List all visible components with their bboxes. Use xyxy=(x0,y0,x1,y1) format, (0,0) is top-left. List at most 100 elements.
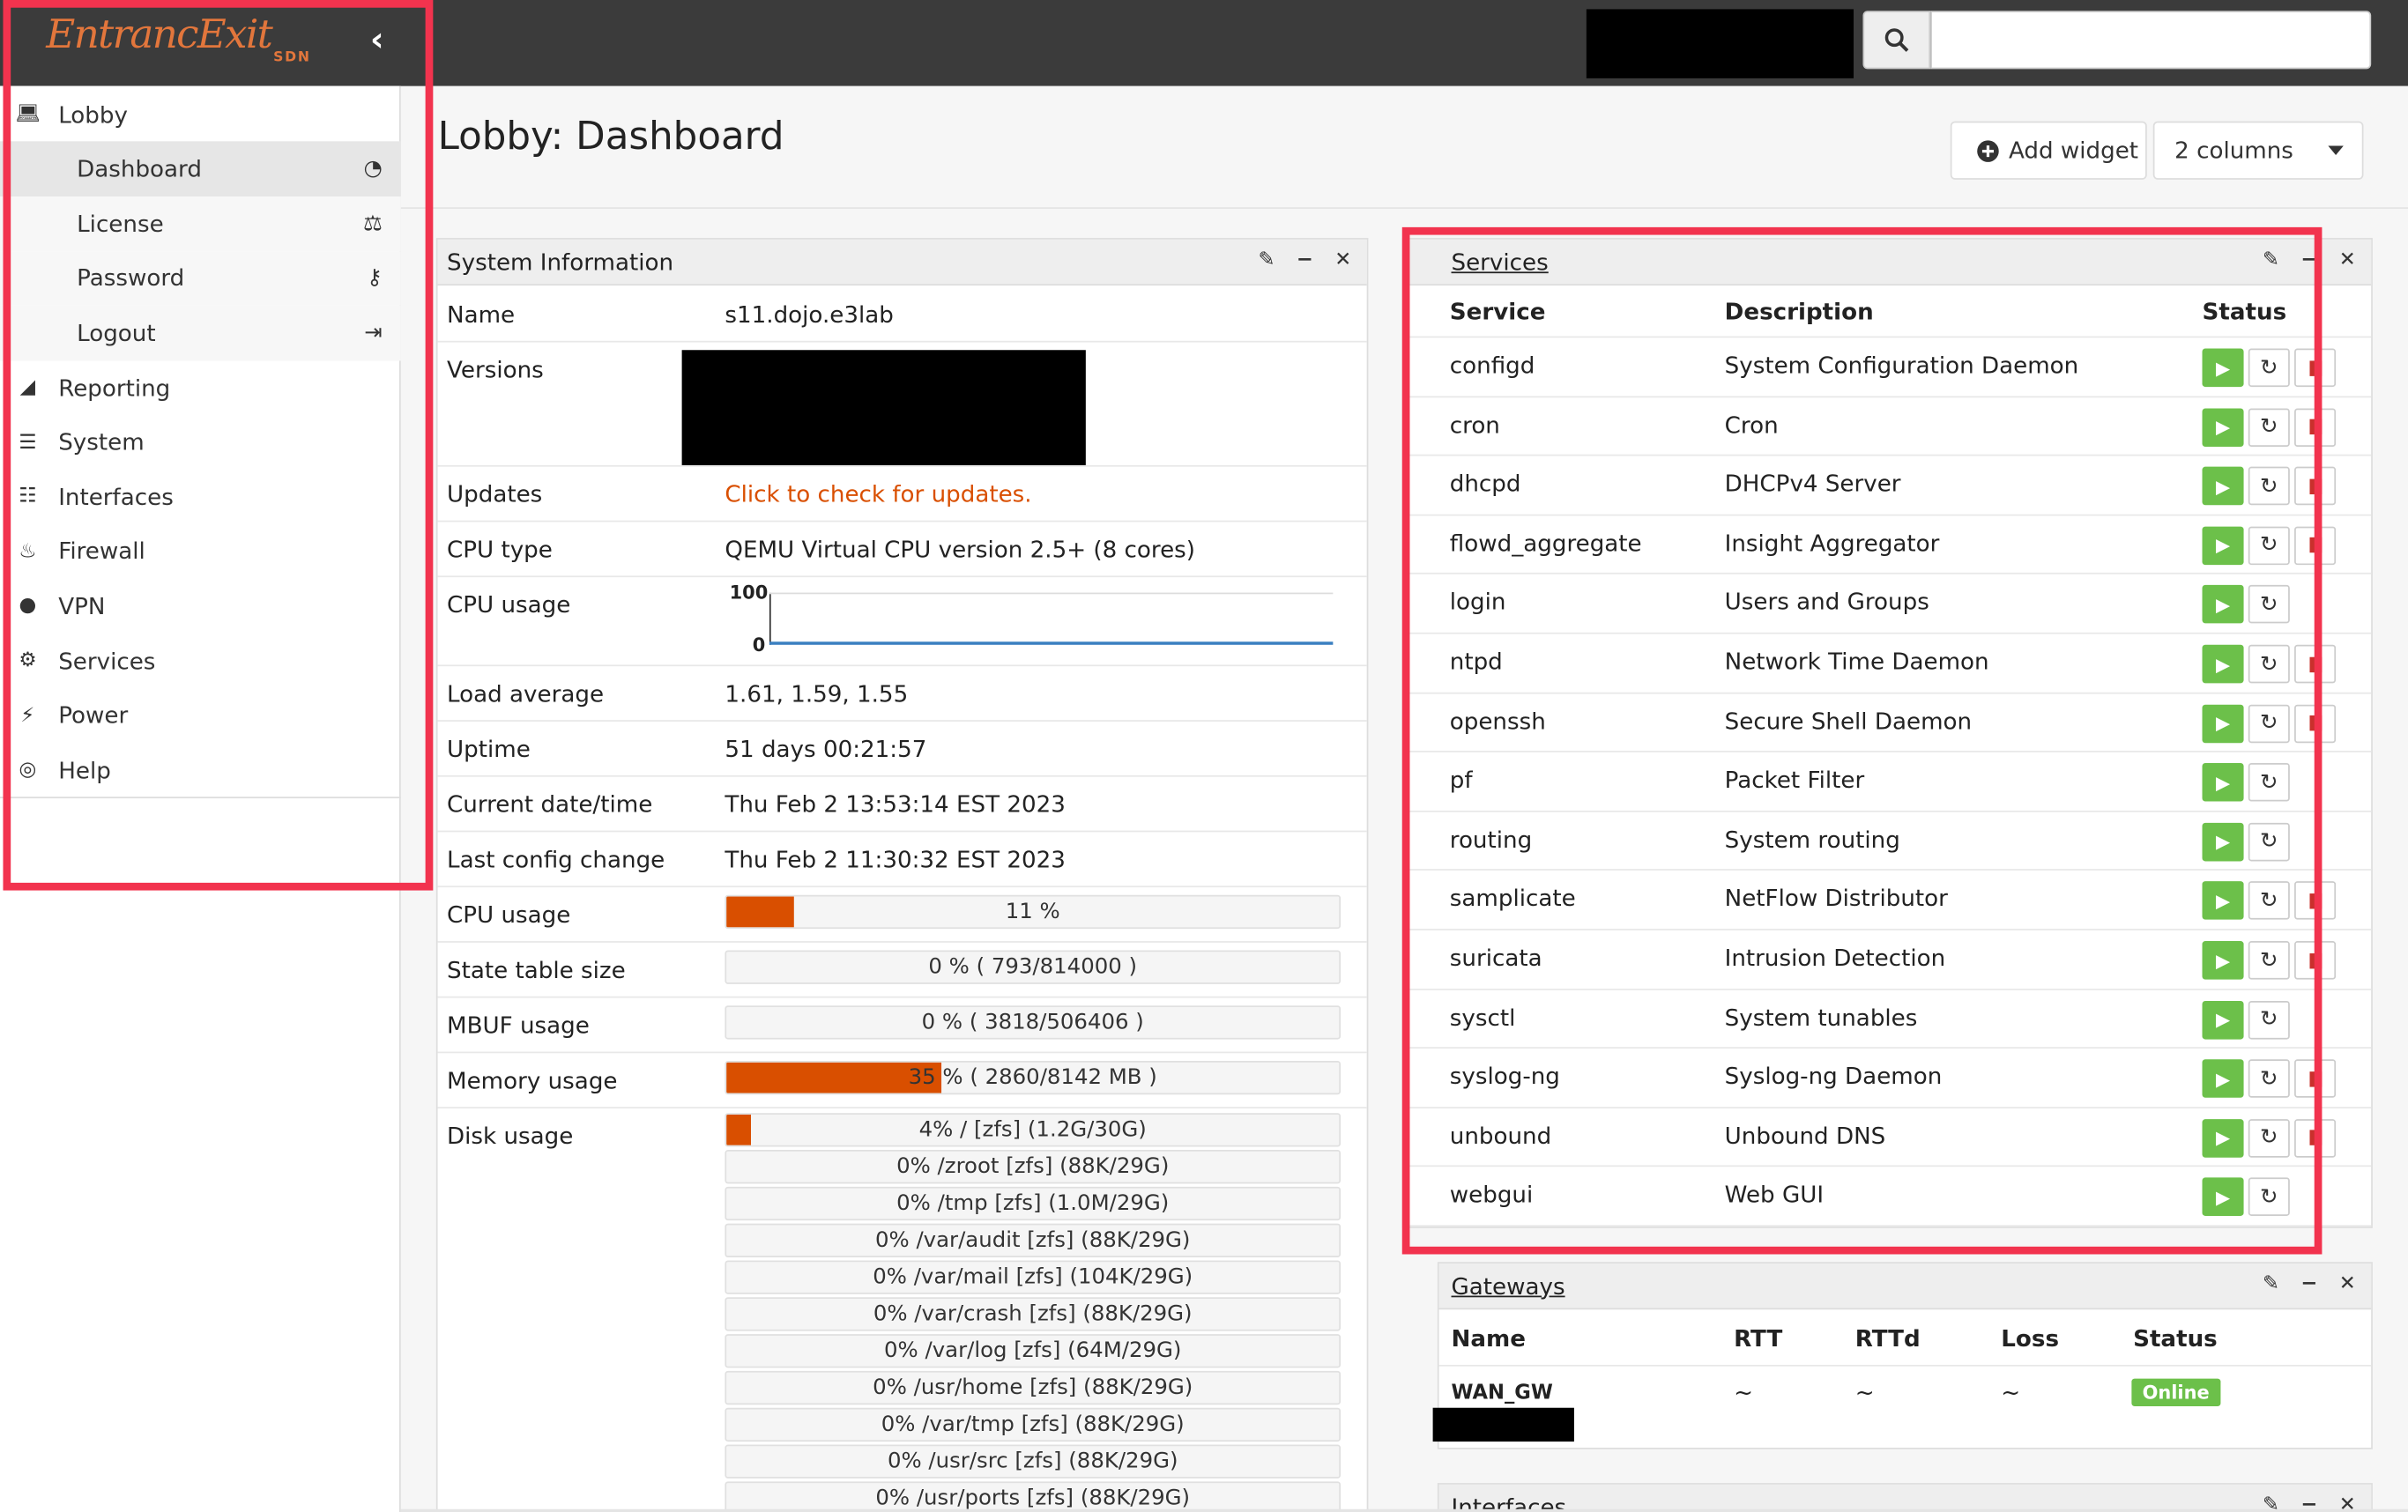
disk-usage-bar: 0% /var/crash [zfs] (88K/29G) xyxy=(725,1297,1341,1331)
columns-select-value: 2 columns xyxy=(2174,137,2293,165)
play-button[interactable]: ▶ xyxy=(2202,348,2244,388)
play-button[interactable]: ▶ xyxy=(2202,644,2244,684)
close-icon[interactable]: ✕ xyxy=(2339,1272,2356,1295)
sidebar-item-label: Lobby xyxy=(58,100,128,129)
widget-header: System Information ✎ − ✕ xyxy=(437,239,1367,286)
restart-button[interactable]: ↻ xyxy=(2248,1118,2290,1158)
pencil-icon[interactable]: ✎ xyxy=(1258,248,1275,271)
stop-button[interactable] xyxy=(2294,1059,2337,1099)
restart-button[interactable]: ↻ xyxy=(2248,644,2290,684)
fire-icon: ♨ xyxy=(19,540,37,564)
restart-button[interactable]: ↻ xyxy=(2248,467,2290,506)
gateways-header-row: Name RTT RTTd Loss Status xyxy=(1438,1311,2372,1367)
restart-button[interactable]: ↻ xyxy=(2248,704,2290,743)
sidebar-item-help[interactable]: ◎ Help xyxy=(0,743,401,797)
disk-usage-bar: 0% /var/audit [zfs] (88K/29G) xyxy=(725,1223,1341,1257)
stop-button[interactable] xyxy=(2294,526,2337,565)
service-row: webgui Web GUI ▶ ↻ xyxy=(1403,1167,2372,1227)
restart-button[interactable]: ↻ xyxy=(2248,763,2290,802)
restart-button[interactable]: ↻ xyxy=(2248,407,2290,447)
check-updates-link[interactable]: Click to check for updates. xyxy=(725,480,1031,508)
state-table-bar: 0 % ( 793/814000 ) xyxy=(725,950,1341,984)
stop-icon xyxy=(2308,893,2322,909)
restart-button[interactable]: ↻ xyxy=(2248,881,2290,921)
play-button[interactable]: ▶ xyxy=(2202,941,2244,980)
stop-icon xyxy=(2308,656,2322,672)
play-button[interactable]: ▶ xyxy=(2202,881,2244,921)
play-button[interactable]: ▶ xyxy=(2202,704,2244,743)
service-description: System Configuration Daemon xyxy=(1724,351,2079,380)
widget-title-link[interactable]: Services xyxy=(1452,248,1549,275)
widget-title-link[interactable]: Gateways xyxy=(1452,1272,1565,1300)
stop-button[interactable] xyxy=(2294,1118,2337,1158)
sitemap-icon: ☷ xyxy=(19,485,37,509)
restart-button[interactable]: ↻ xyxy=(2248,1178,2290,1217)
restart-button[interactable]: ↻ xyxy=(2248,941,2290,980)
sidebar-item-reporting[interactable]: ◢ Reporting xyxy=(0,360,401,415)
key-icon: ⚷ xyxy=(366,266,383,291)
restart-button[interactable]: ↻ xyxy=(2248,822,2290,862)
sidebar-item-logout[interactable]: Logout ⇥ xyxy=(0,306,401,361)
row-label: CPU usage xyxy=(447,901,571,930)
play-icon: ▶ xyxy=(2215,416,2231,438)
sidebar-item-power[interactable]: ⚡︎ Power xyxy=(0,688,401,743)
restart-icon: ↻ xyxy=(2260,888,2278,914)
play-button[interactable]: ▶ xyxy=(2202,822,2244,862)
disk-usage-bar: 0% /zroot [zfs] (88K/29G) xyxy=(725,1150,1341,1184)
close-icon[interactable]: ✕ xyxy=(2339,248,2356,271)
play-button[interactable]: ▶ xyxy=(2202,585,2244,625)
stop-button[interactable] xyxy=(2294,644,2337,684)
minus-icon[interactable]: − xyxy=(2300,1272,2317,1295)
restart-button[interactable]: ↻ xyxy=(2248,526,2290,565)
search-button[interactable] xyxy=(1862,11,1931,70)
disk-usage-bar: 0% /var/log [zfs] (64M/29G) xyxy=(725,1334,1341,1368)
stop-button[interactable] xyxy=(2294,467,2337,506)
add-widget-button[interactable]: Add widget xyxy=(1950,121,2147,180)
sidebar-item-vpn[interactable]: ● VPN xyxy=(0,579,401,634)
sidebar-item-dashboard[interactable]: Dashboard ◔ xyxy=(0,141,401,196)
search-input[interactable] xyxy=(1930,11,2372,70)
play-button[interactable]: ▶ xyxy=(2202,1059,2244,1099)
gateway-rtt: ~ xyxy=(1734,1378,1754,1406)
play-button[interactable]: ▶ xyxy=(2202,526,2244,565)
brand-logo[interactable]: EntrancExit xyxy=(46,12,273,58)
sidebar-item-label: License xyxy=(77,210,164,238)
row-value: s11.dojo.e3lab xyxy=(725,300,894,329)
play-button[interactable]: ▶ xyxy=(2202,467,2244,506)
sidebar-item-license[interactable]: License ⚖ xyxy=(0,196,401,252)
columns-select[interactable]: 2 columns xyxy=(2152,121,2364,180)
pencil-icon[interactable]: ✎ xyxy=(2263,1272,2279,1295)
play-button[interactable]: ▶ xyxy=(2202,763,2244,802)
play-button[interactable]: ▶ xyxy=(2202,1000,2244,1039)
minus-icon[interactable]: − xyxy=(1297,248,1313,271)
pencil-icon[interactable]: ✎ xyxy=(2263,248,2279,271)
stop-button[interactable] xyxy=(2294,704,2337,743)
stop-button[interactable] xyxy=(2294,407,2337,447)
sidebar-item-services[interactable]: ⚙ Services xyxy=(0,634,401,688)
restart-button[interactable]: ↻ xyxy=(2248,585,2290,625)
play-button[interactable]: ▶ xyxy=(2202,407,2244,447)
sidebar-item-lobby[interactable]: 💻︎ Lobby xyxy=(0,87,401,142)
restart-button[interactable]: ↻ xyxy=(2248,1000,2290,1039)
service-name: samplicate xyxy=(1449,885,1576,913)
stop-button[interactable] xyxy=(2294,881,2337,921)
restart-button[interactable]: ↻ xyxy=(2248,348,2290,388)
row-label: Disk usage xyxy=(447,1122,574,1151)
play-button[interactable]: ▶ xyxy=(2202,1178,2244,1217)
row-label: Versions xyxy=(447,356,544,384)
minus-icon[interactable]: − xyxy=(2300,248,2317,271)
play-button[interactable]: ▶ xyxy=(2202,1118,2244,1158)
sidebar-item-password[interactable]: Password ⚷ xyxy=(0,251,401,307)
service-row: sysctl System tunables ▶ ↻ xyxy=(1403,989,2372,1049)
sidebar-item-firewall[interactable]: ♨ Firewall xyxy=(0,524,401,579)
chevron-left-icon[interactable]: ‹ xyxy=(370,21,384,60)
status-badge: Online xyxy=(2131,1378,2220,1406)
stop-button[interactable] xyxy=(2294,941,2337,980)
stop-icon xyxy=(2308,715,2322,731)
restart-icon: ↻ xyxy=(2260,592,2278,618)
close-icon[interactable]: ✕ xyxy=(1334,248,1351,271)
sidebar-item-system[interactable]: ☰ System xyxy=(0,415,401,470)
restart-button[interactable]: ↻ xyxy=(2248,1059,2290,1099)
stop-button[interactable] xyxy=(2294,348,2337,388)
sidebar-item-interfaces[interactable]: ☷ Interfaces xyxy=(0,470,401,524)
